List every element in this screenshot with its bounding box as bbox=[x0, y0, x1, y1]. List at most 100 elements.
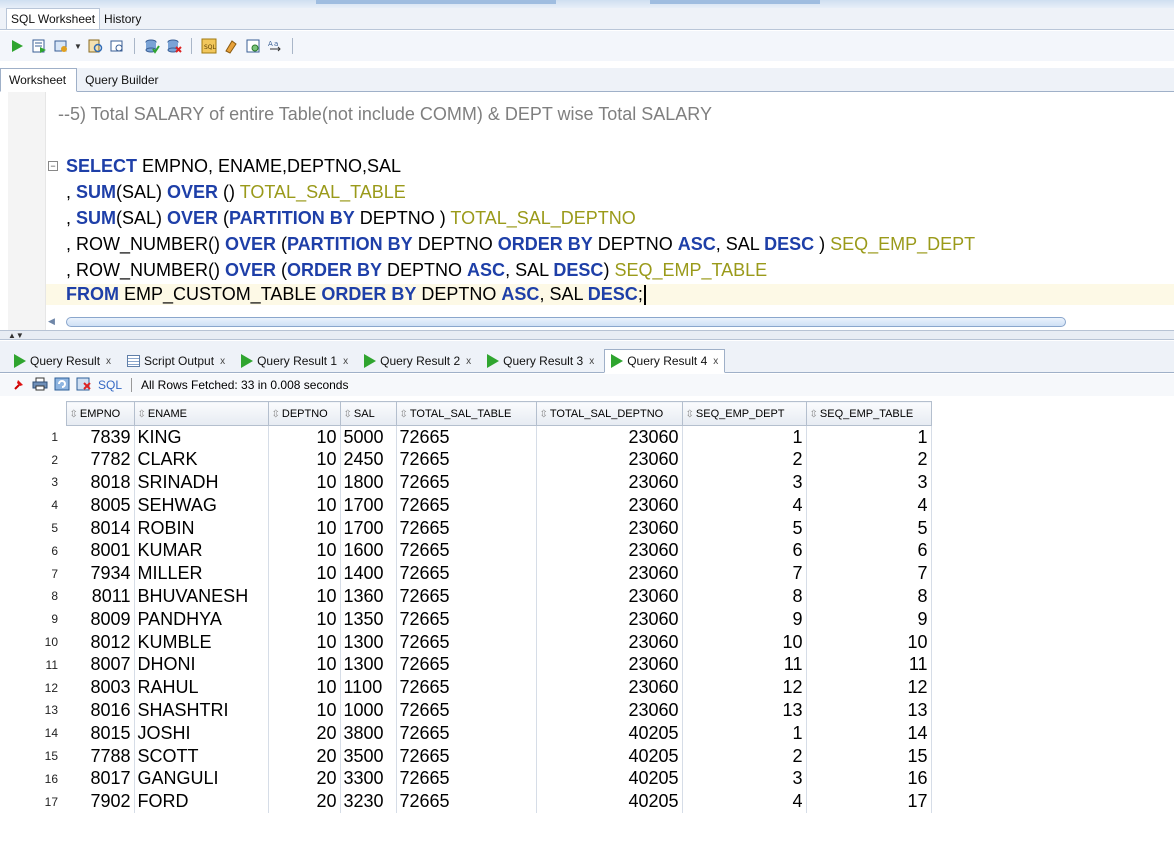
table-cell[interactable]: 10 bbox=[268, 562, 341, 586]
sort-icon[interactable]: ⇳ bbox=[400, 409, 408, 420]
table-cell[interactable]: 3 bbox=[806, 471, 932, 494]
table-cell[interactable]: FORD bbox=[134, 790, 269, 814]
table-cell[interactable]: 23060 bbox=[536, 516, 683, 540]
table-cell[interactable]: 10 bbox=[268, 699, 341, 722]
table-cell[interactable]: 9 bbox=[806, 607, 932, 631]
refresh-icon[interactable] bbox=[54, 377, 70, 393]
column-header[interactable]: ⇳ TOTAL_SAL_TABLE bbox=[395, 401, 537, 426]
table-cell[interactable]: 17 bbox=[806, 790, 932, 814]
column-header[interactable]: ⇳ DEPTNO bbox=[267, 401, 341, 426]
sort-icon[interactable]: ⇳ bbox=[540, 409, 548, 420]
table-cell[interactable]: 20 bbox=[268, 790, 341, 814]
table-cell[interactable]: 10 bbox=[268, 630, 341, 654]
table-cell[interactable]: 40205 bbox=[536, 790, 683, 814]
tab-query-result-1[interactable]: Query Result 1 x bbox=[235, 350, 354, 372]
table-row[interactable]: 7 7934 MILLER 10 1400 72665 23060 7 7 bbox=[0, 562, 932, 586]
table-cell[interactable]: 20 bbox=[268, 744, 341, 768]
table-cell[interactable]: 72665 bbox=[396, 539, 537, 563]
tab-query-result-2[interactable]: Query Result 2 x bbox=[358, 350, 477, 372]
table-cell[interactable]: 23060 bbox=[536, 607, 683, 631]
editor-horizontal-scrollbar[interactable] bbox=[66, 317, 1066, 327]
table-cell[interactable]: 2 bbox=[682, 448, 807, 472]
table-cell[interactable]: 10 bbox=[268, 448, 341, 472]
table-cell[interactable]: 5000 bbox=[340, 425, 397, 449]
sql-translator-icon[interactable]: SQL bbox=[200, 37, 218, 55]
table-cell[interactable]: 23060 bbox=[536, 539, 683, 563]
table-cell[interactable]: 10 bbox=[268, 653, 341, 677]
table-cell[interactable]: 1 bbox=[682, 425, 807, 449]
table-cell[interactable]: 72665 bbox=[396, 562, 537, 586]
table-cell[interactable]: 4 bbox=[806, 493, 932, 517]
pin-icon[interactable] bbox=[12, 377, 26, 393]
table-row[interactable]: 5 8014 ROBIN 10 1700 72665 23060 5 5 bbox=[0, 516, 932, 540]
table-cell[interactable]: 8009 bbox=[66, 607, 135, 631]
table-cell[interactable]: 1600 bbox=[340, 539, 397, 563]
table-cell[interactable]: GANGULI bbox=[134, 767, 269, 791]
table-cell[interactable]: 23060 bbox=[536, 676, 683, 700]
sort-icon[interactable]: ⇳ bbox=[138, 409, 146, 420]
table-cell[interactable]: 1300 bbox=[340, 630, 397, 654]
table-cell[interactable]: 6 bbox=[806, 539, 932, 563]
table-cell[interactable]: SHASHTRI bbox=[134, 699, 269, 722]
table-cell[interactable]: 10 bbox=[806, 630, 932, 654]
table-cell[interactable]: 72665 bbox=[396, 676, 537, 700]
table-row[interactable]: 8 8011 BHUVANESH 10 1360 72665 23060 8 8 bbox=[0, 585, 932, 608]
table-cell[interactable]: 72665 bbox=[396, 767, 537, 791]
table-cell[interactable]: 1800 bbox=[340, 471, 397, 494]
table-cell[interactable]: 8016 bbox=[66, 699, 135, 722]
table-row[interactable]: 17 7902 FORD 20 3230 72665 40205 4 17 bbox=[0, 790, 932, 814]
table-cell[interactable]: 72665 bbox=[396, 585, 537, 608]
table-cell[interactable]: 10 bbox=[268, 676, 341, 700]
column-header[interactable]: ⇳ EMPNO bbox=[65, 401, 135, 426]
table-row[interactable]: 11 8007 DHONI 10 1300 72665 23060 11 11 bbox=[0, 653, 932, 677]
tab-query-result[interactable]: Query Result x bbox=[8, 350, 117, 372]
cancel-query-icon[interactable] bbox=[76, 377, 92, 393]
table-cell[interactable]: ROBIN bbox=[134, 516, 269, 540]
table-cell[interactable]: 8007 bbox=[66, 653, 135, 677]
table-cell[interactable]: 20 bbox=[268, 767, 341, 791]
table-row[interactable]: 10 8012 KUMBLE 10 1300 72665 23060 10 10 bbox=[0, 630, 932, 654]
table-cell[interactable]: 8005 bbox=[66, 493, 135, 517]
format-icon[interactable]: Aa bbox=[266, 37, 284, 55]
table-cell[interactable]: 8003 bbox=[66, 676, 135, 700]
table-cell[interactable]: 23060 bbox=[536, 425, 683, 449]
sql-link[interactable]: SQL bbox=[98, 378, 122, 392]
column-header[interactable]: ⇳ SEQ_EMP_TABLE bbox=[805, 401, 932, 426]
table-cell[interactable]: KUMAR bbox=[134, 539, 269, 563]
table-cell[interactable]: 1700 bbox=[340, 516, 397, 540]
table-cell[interactable]: 1350 bbox=[340, 607, 397, 631]
table-cell[interactable]: 8014 bbox=[66, 516, 135, 540]
sort-icon[interactable]: ⇳ bbox=[70, 409, 78, 420]
table-row[interactable]: 1 7839 KING 10 5000 72665 23060 1 1 bbox=[0, 425, 932, 449]
table-cell[interactable]: 1400 bbox=[340, 562, 397, 586]
table-cell[interactable]: 10 bbox=[268, 493, 341, 517]
table-cell[interactable]: 72665 bbox=[396, 744, 537, 768]
table-cell[interactable]: 7902 bbox=[66, 790, 135, 814]
table-cell[interactable]: 10 bbox=[268, 425, 341, 449]
tab-query-result-4[interactable]: Query Result 4 x bbox=[604, 349, 726, 373]
table-cell[interactable]: 13 bbox=[806, 699, 932, 722]
table-cell[interactable]: 23060 bbox=[536, 471, 683, 494]
table-cell[interactable]: 4 bbox=[682, 790, 807, 814]
close-icon[interactable]: x bbox=[589, 356, 594, 367]
table-cell[interactable]: 11 bbox=[682, 653, 807, 677]
table-cell[interactable]: 10 bbox=[682, 630, 807, 654]
tab-query-result-3[interactable]: Query Result 3 x bbox=[481, 350, 600, 372]
table-cell[interactable]: 1100 bbox=[340, 676, 397, 700]
table-row[interactable]: 4 8005 SEHWAG 10 1700 72665 23060 4 4 bbox=[0, 493, 932, 517]
table-row[interactable]: 16 8017 GANGULI 20 3300 72665 40205 3 16 bbox=[0, 767, 932, 791]
table-cell[interactable]: 23060 bbox=[536, 653, 683, 677]
explain-plan-icon[interactable] bbox=[86, 37, 104, 55]
table-cell[interactable]: 8012 bbox=[66, 630, 135, 654]
table-cell[interactable]: CLARK bbox=[134, 448, 269, 472]
run-script-icon[interactable] bbox=[30, 37, 48, 55]
autotrace-dropdown-icon[interactable]: ▼ bbox=[74, 42, 82, 51]
table-cell[interactable]: 20 bbox=[268, 721, 341, 745]
table-cell[interactable]: 1 bbox=[806, 425, 932, 449]
table-cell[interactable]: 7 bbox=[682, 562, 807, 586]
table-cell[interactable]: 10 bbox=[268, 516, 341, 540]
rollback-icon[interactable] bbox=[165, 37, 183, 55]
table-cell[interactable]: 8011 bbox=[66, 585, 135, 608]
table-cell[interactable]: SEHWAG bbox=[134, 493, 269, 517]
table-cell[interactable]: 72665 bbox=[396, 630, 537, 654]
